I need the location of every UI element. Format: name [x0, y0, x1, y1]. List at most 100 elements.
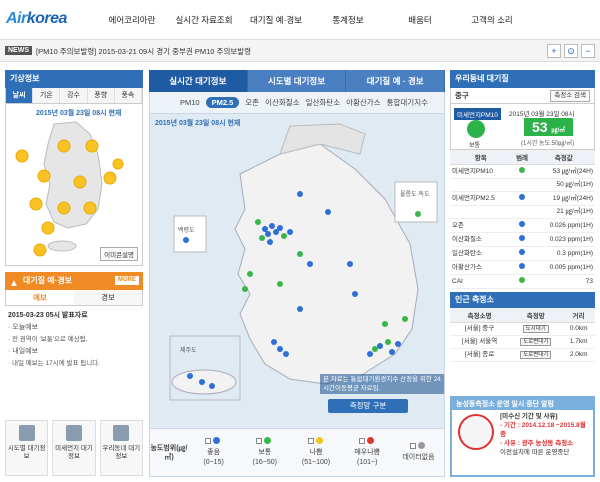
air-map[interactable]: 2015년 03월 23일 08시 현재 백령도 울릉도·독도 제주도 본 자료… — [149, 114, 445, 429]
checkbox-icon — [205, 438, 212, 444]
smile-face-icon — [467, 120, 485, 138]
jeju-label: 제주도 — [180, 346, 197, 354]
nav-learn[interactable]: 배움터 — [384, 0, 456, 40]
subtab-pm25[interactable]: PM2.5 — [205, 97, 240, 108]
sun-icon — [29, 197, 43, 211]
legend-nodata[interactable]: 데이터없음 — [393, 442, 444, 463]
sun-icon — [112, 158, 124, 170]
subtab-ozone[interactable]: 오존 — [245, 97, 259, 108]
nav-realtime[interactable]: 실시간 자료조회 — [168, 0, 240, 40]
legend-good-dot — [213, 437, 221, 444]
tab-city-air[interactable]: 시도별 대기정보 — [247, 70, 347, 92]
quick-links: 시도별 대기정보 미세먼지 대기정보 우리동네 대기정보 — [5, 420, 143, 476]
checkbox-icon — [307, 438, 314, 444]
right-column: 우리동네 대기질 중구 측정소 검색 미세먼지PM10 2015년 03월 23… — [450, 70, 595, 477]
news-bar: NEWS [PM10 주의보발령] 2015-03-21 09시 경기 중부권 … — [0, 40, 600, 62]
checkbox-icon — [409, 443, 416, 449]
forecast-title: 대기질 예·경보 — [23, 276, 73, 285]
local-date: 2015년 03월 23일 08시 — [509, 111, 575, 118]
dust-icon — [65, 425, 82, 441]
sun-icon — [41, 221, 55, 235]
weather-tab-rain[interactable]: 강수 — [60, 88, 88, 103]
header: Airkorea 에어코리아란 실시간 자료조회 대기질 예·경보 통계정보 배… — [0, 0, 600, 40]
checkbox-icon — [358, 438, 365, 444]
sun-icon — [83, 201, 97, 215]
center-tabs: 실시간 대기정보 시도별 대기정보 대기질 예 · 경보 — [149, 70, 446, 92]
legend-verybad-dot — [366, 437, 374, 444]
korea-map-icon — [18, 425, 35, 441]
legend-nodata-dot — [417, 442, 425, 449]
status-text: 보통 — [469, 143, 481, 149]
sun-icon — [33, 243, 47, 257]
airkorea-logo[interactable]: Airkorea — [6, 10, 67, 28]
forecast-tomorrow-text: · 내일 예보는 17시에 발표 됩니다. — [8, 360, 100, 367]
local-air-title: 우리동네 대기질 — [450, 70, 595, 88]
tab-realtime-air[interactable]: 실시간 대기정보 — [149, 70, 248, 92]
baengnyeong-label: 백령도 — [178, 226, 195, 234]
subtab-so2[interactable]: 아황산가스 — [346, 97, 381, 108]
table-row[interactable]: [서울] 종로 도로변대기 2.0km — [450, 348, 595, 362]
location-name: 중구 — [455, 91, 469, 100]
subtab-pm10[interactable]: PM10 — [180, 98, 200, 107]
news-label: NEWS — [5, 46, 32, 55]
quick-dust-air[interactable]: 미세먼지 대기정보 — [52, 420, 96, 476]
quick-city-air[interactable]: 시도별 대기정보 — [5, 420, 49, 476]
news-minus-button[interactable]: − — [581, 44, 595, 58]
ulleung-label: 울릉도·독도 — [400, 191, 430, 198]
forecast-date: 2015-03-23 05시 발표자료 — [8, 312, 88, 319]
weather-tab-windspeed[interactable]: 풍속 — [114, 88, 143, 103]
sun-icon — [57, 139, 71, 153]
table-row[interactable]: [서울] 중구 도시대기 0.0km — [450, 322, 595, 336]
checkbox-icon — [256, 438, 263, 444]
center-column: 실시간 대기정보 시도별 대기정보 대기질 예 · 경보 PM10 PM2.5 … — [149, 70, 446, 477]
local-summary: 미세먼지PM10 2015년 03월 23일 08시 보통 53 ㎍/㎥ (1시… — [450, 104, 595, 150]
news-pause-button[interactable]: ⊙ — [564, 44, 578, 58]
tab-air-forecast[interactable]: 대기질 예 · 경보 — [346, 70, 446, 92]
nav-customer[interactable]: 고객의 소리 — [456, 0, 528, 40]
tab-warning[interactable]: 경보 — [74, 290, 142, 305]
forecast-today-label: · 오늘예보 — [8, 324, 39, 331]
forecast-title-bar: ▲ 대기질 예·경보 MORE — [5, 272, 143, 290]
main-nav: 에어코리아란 실시간 자료조회 대기질 예·경보 통계정보 배움터 고객의 소리 — [96, 0, 528, 40]
concentration-legend: 농도범위(㎍/㎥) 좋음 (0~15) 보통 (16~50) 나쁨 (51~100) … — [149, 429, 445, 477]
network-filter-button[interactable]: 측정망 구분 — [328, 399, 408, 413]
pollutant-tabs: PM10 PM2.5 오존 이산화질소 일산화탄소 아황산가스 통합대기지수 — [149, 92, 445, 114]
weather-tab-temp[interactable]: 기온 — [33, 88, 61, 103]
pollutant-table: 항목 범례 측정값 미세먼지PM10 53 ㎍/㎥(24H) 50 ㎍/㎥(1H) 미… — [450, 150, 595, 289]
legend-normal-dot — [264, 437, 272, 444]
weather-tab-sky[interactable]: 날씨 — [6, 88, 34, 103]
hourly-avg: (1시간 농도:50㎍/㎥) — [521, 141, 575, 147]
sun-icon — [85, 139, 99, 153]
legend-good[interactable]: 좋음 (0~15) — [188, 437, 239, 468]
forecast-today-text: · 전 권역이 '보통'으로 예상됨. — [8, 336, 88, 343]
nav-about[interactable]: 에어코리아란 — [96, 0, 168, 40]
sun-icon — [73, 175, 87, 189]
station-search-button[interactable]: 측정소 검색 — [550, 90, 590, 102]
table-row[interactable]: [서울] 서울역 도로변대기 1.7km — [450, 335, 595, 349]
siren-icon: ▲ — [9, 278, 19, 289]
subtab-co[interactable]: 일산화탄소 — [306, 97, 341, 108]
sun-icon — [57, 201, 71, 215]
forecast-tomorrow-label: · 내일예보 — [8, 348, 39, 355]
weather-icon-legend-button[interactable]: 이미콘설명 — [100, 247, 138, 261]
legend-normal[interactable]: 보통 (16~50) — [239, 437, 290, 468]
nav-forecast[interactable]: 대기질 예·경보 — [240, 0, 312, 40]
local-location: 중구 측정소 검색 — [450, 88, 595, 104]
nav-stats[interactable]: 통계정보 — [312, 0, 384, 40]
weather-tab-winddir[interactable]: 풍향 — [87, 88, 115, 103]
legend-verybad[interactable]: 매우나쁨 (101~) — [342, 437, 393, 468]
news-text[interactable]: [PM10 주의보발령] 2015-03-21 09시 경기 중부권 PM10 … — [36, 46, 251, 57]
legend-bad[interactable]: 나쁨 (51~100) — [290, 437, 341, 468]
subtab-no2[interactable]: 이산화질소 — [265, 97, 300, 108]
left-column: 기상정보 날씨 기온 강수 풍향 풍속 2015년 03월 23일 08시 현재… — [5, 70, 143, 477]
forecast-more-button[interactable]: MORE — [115, 276, 139, 285]
sun-icon — [15, 149, 29, 163]
legend-bad-dot — [315, 437, 323, 444]
news-plus-button[interactable]: + — [547, 44, 561, 58]
stop-sign-icon — [458, 414, 494, 450]
pm10-value: 53 ㎍/㎥ — [524, 118, 574, 136]
nearby-station-title: 인근 측정소 — [450, 292, 595, 308]
station-notice-banner[interactable]: 농성동측정소 운영 일시 중단 알림 [미수신 기간 및 사유] - 기간 : … — [450, 396, 595, 477]
quick-local-air[interactable]: 우리동네 대기정보 — [99, 420, 143, 476]
subtab-cai[interactable]: 통합대기지수 — [387, 97, 428, 108]
